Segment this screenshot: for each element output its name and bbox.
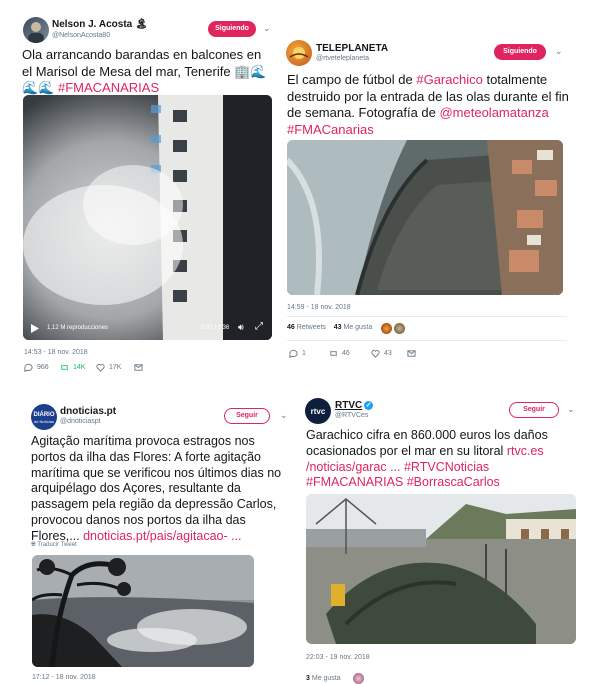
tweet-card: Nelson J. Acosta 🏝 @NelsonAcosta80 Sigui… [20, 10, 276, 380]
like-count[interactable]: 43 Me gusta [334, 324, 373, 331]
like-count[interactable]: 3 Me gusta [306, 675, 341, 682]
svg-text:DIÁRIO: DIÁRIO [34, 411, 55, 418]
timestamp[interactable]: 14:59 - 18 nov. 2018 [287, 304, 351, 311]
chevron-down-icon[interactable]: ⌄ [280, 410, 288, 421]
envelope-icon [134, 364, 143, 371]
author-name[interactable]: Nelson J. Acosta 🏝 [52, 19, 148, 30]
tweet-card: TELEPLANETA @rtveteleplaneta Siguiendo ⌄… [280, 33, 580, 373]
avatar[interactable]: rtvc [305, 398, 331, 424]
hashtag-link[interactable]: #FMACanarias [287, 122, 374, 137]
author-name[interactable]: TELEPLANETA [316, 43, 388, 54]
author-name[interactable]: dnoticias.pt [60, 406, 116, 417]
author-handle[interactable]: @NelsonAcosta80 [52, 32, 110, 39]
translate-tweet-link[interactable]: 🌐︎ Traducir Tweet [31, 542, 77, 549]
video-player[interactable]: 1,12 M reproducciones 0:07 / 0:36 🔊︎ ⤢ [23, 95, 272, 340]
retweet-icon [330, 350, 337, 357]
engagement-stats: 3 Me gusta [306, 675, 341, 682]
like-button[interactable]: 43 [371, 349, 392, 358]
follow-button[interactable]: Seguir [509, 402, 559, 418]
liker-avatar[interactable] [381, 323, 392, 334]
follow-button[interactable]: Seguir [224, 408, 270, 424]
tweet-text: El campo de fútbol de #Garachico totalme… [287, 72, 569, 137]
reply-button[interactable]: 1 [289, 349, 306, 358]
liker-avatar[interactable] [394, 323, 405, 334]
retweet-button[interactable]: 14K [60, 363, 85, 372]
svg-text:de Notícias: de Notícias [34, 419, 54, 424]
globe-icon: 🌐︎ [31, 542, 36, 548]
retweet-count[interactable]: 46 Retweets [287, 324, 326, 331]
timestamp[interactable]: 17:12 - 18 nov. 2018 [32, 674, 96, 681]
timestamp[interactable]: 22:03 - 19 nov. 2018 [306, 654, 370, 661]
verified-icon: ✓ [364, 400, 374, 410]
mention-link[interactable]: @meteolamatanza [439, 105, 548, 120]
article-link[interactable]: dnoticias.pt/pais/agitacao- ... [80, 529, 241, 543]
action-bar: 1 46 43 [289, 349, 529, 361]
retweet-icon [61, 364, 68, 371]
hashtag-link[interactable]: #Garachico [416, 72, 482, 87]
divider [287, 316, 567, 317]
tweet-photo[interactable] [306, 494, 576, 644]
tweet-photo[interactable] [32, 555, 254, 667]
retweet-button[interactable]: 46 [329, 349, 350, 358]
like-button[interactable]: 17K [96, 363, 121, 372]
tweet-text: Ola arrancando barandas en balcones en e… [22, 47, 267, 95]
tweet-card: DIÁRIO de Notícias dnoticias.pt @dnoticia… [28, 398, 290, 683]
following-button[interactable]: Siguiendo [494, 44, 546, 60]
author-name[interactable]: RTVC ✓ [335, 400, 374, 411]
photo-stormy-coast [32, 555, 254, 667]
timestamp[interactable]: 14:53 - 18 nov. 2018 [24, 349, 88, 356]
liker-avatar[interactable] [353, 673, 364, 684]
video-time: 0:07 / 0:36 [201, 325, 230, 331]
view-count: 1,12 M reproducciones [47, 325, 109, 331]
photo-garachico-field [287, 140, 563, 295]
svg-text:rtvc: rtvc [311, 407, 326, 416]
chevron-down-icon[interactable]: ⌄ [555, 46, 563, 57]
engagement-stats: 46 Retweets 43 Me gusta [287, 324, 372, 331]
message-button[interactable] [134, 363, 143, 372]
author-handle[interactable]: @RTVCes [335, 412, 368, 419]
chevron-down-icon[interactable]: ⌄ [567, 404, 575, 415]
play-icon[interactable] [31, 324, 39, 333]
following-button[interactable]: Siguiendo [208, 21, 256, 37]
chevron-down-icon[interactable]: ⌄ [263, 23, 271, 34]
avatar[interactable]: DIÁRIO de Notícias [31, 404, 57, 430]
reply-button[interactable]: 966 [24, 363, 49, 372]
reply-icon [24, 363, 33, 372]
badge-icon: 🏝 [135, 19, 148, 30]
avatar[interactable] [286, 40, 312, 66]
divider [287, 340, 567, 341]
author-handle[interactable]: @rtveteleplaneta [316, 55, 369, 62]
tweet-text: Agitação marítima provoca estragos nos p… [31, 434, 282, 543]
fullscreen-icon[interactable]: ⤢ [255, 321, 263, 332]
heart-icon [371, 350, 380, 358]
heart-icon [96, 364, 105, 372]
action-bar: 966 14K 17K [24, 363, 264, 375]
avatar[interactable] [23, 17, 49, 43]
message-button[interactable] [407, 349, 416, 358]
tweet-card: rtvc RTVC ✓ @RTVCes Seguir ⌄ Garachico ci… [303, 394, 583, 684]
author-handle[interactable]: @dnoticiaspt [60, 418, 101, 425]
video-thumbnail [23, 95, 272, 340]
volume-icon[interactable]: 🔊︎ [238, 322, 244, 333]
video-controls: 1,12 M reproducciones 0:07 / 0:36 🔊︎ ⤢ [23, 318, 272, 340]
envelope-icon [407, 350, 416, 357]
tweet-photo[interactable] [287, 140, 563, 295]
reply-icon [289, 349, 298, 358]
photo-damaged-playground [306, 494, 576, 644]
tweet-text: Garachico cifra en 860.000 euros los dañ… [306, 428, 548, 490]
hashtag-link[interactable]: #FMACANARIAS [58, 80, 159, 95]
